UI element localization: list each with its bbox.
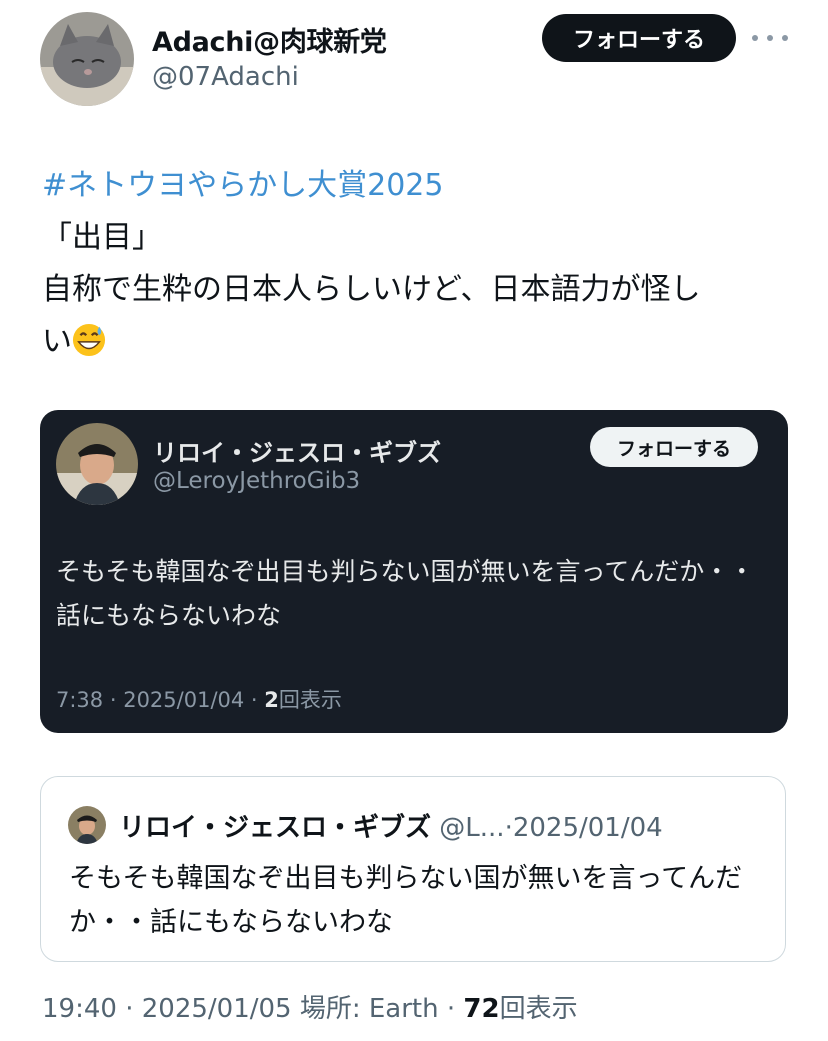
tweet-line: い [42, 324, 72, 359]
views-label: 回表示 [499, 994, 578, 1024]
quoted-date: 2025/01/04 [512, 813, 663, 843]
hashtag-link[interactable]: #ネトウヨやらかし大賞2025 [42, 168, 443, 203]
quoted-header: リロイ・ジェスロ・ギブズ @L...·2025/01/04 [119, 813, 663, 843]
tweet-date[interactable]: 2025/01/05 [142, 994, 292, 1024]
tweet-location: 場所: Earth [299, 994, 439, 1024]
embedded-tweet-text: そもそも韓国なぞ出目も判らない国が無いを言ってんだか・・話にもならないわな [56, 557, 755, 630]
embedded-tweet-image[interactable]: リロイ・ジェスロ・ギブズ @LeroyJethroGib3 フォローする そもそ… [40, 410, 788, 733]
tweet-text: #ネトウヨやらかし大賞2025 「出目」 自称で生粋の日本人らしいけど、日本語力… [42, 160, 802, 368]
tweet-line: 「出目」 [42, 220, 162, 255]
embedded-display-name: リロイ・ジェスロ・ギブズ [153, 439, 441, 467]
author-display-name[interactable]: Adachi@肉球新党 [152, 20, 387, 59]
quoted-tweet[interactable]: リロイ・ジェスロ・ギブズ @L...·2025/01/04 そもそも韓国なぞ出目… [40, 776, 786, 962]
embedded-handle: @LeroyJethroGib3 [153, 468, 361, 494]
author-avatar[interactable] [40, 12, 134, 106]
embedded-author-avatar[interactable] [56, 423, 138, 505]
follow-button[interactable]: フォローする [542, 14, 736, 62]
embedded-tweet-meta: 7:38 · 2025/01/04 · 2回表示 [56, 688, 342, 712]
views-count: 72 [463, 994, 500, 1024]
quoted-display-name: リロイ・ジェスロ・ギブズ [119, 813, 432, 843]
embedded-views-label: 回表示 [278, 688, 342, 712]
author-handle[interactable]: @07Adachi [152, 62, 299, 92]
grinning-sweat-emoji-icon [72, 323, 106, 357]
quoted-author-avatar [68, 806, 106, 844]
tweet-meta: 19:40 · 2025/01/05 場所: Earth · 72回表示 [42, 994, 578, 1024]
quoted-text: そもそも韓国なぞ出目も判らない国が無いを言ってんだか・・話にもならないわな [69, 863, 743, 938]
embedded-views-count: 2 [264, 688, 279, 712]
more-options-icon[interactable] [752, 26, 788, 50]
tweet-time[interactable]: 19:40 [42, 994, 117, 1024]
embedded-date: 2025/01/04 [123, 688, 245, 712]
quoted-handle: @L... [439, 813, 505, 843]
embedded-time: 7:38 [56, 688, 104, 712]
tweet-line: 自称で生粋の日本人らしいけど、日本語力が怪し [42, 272, 701, 307]
embedded-follow-button: フォローする [590, 427, 758, 467]
